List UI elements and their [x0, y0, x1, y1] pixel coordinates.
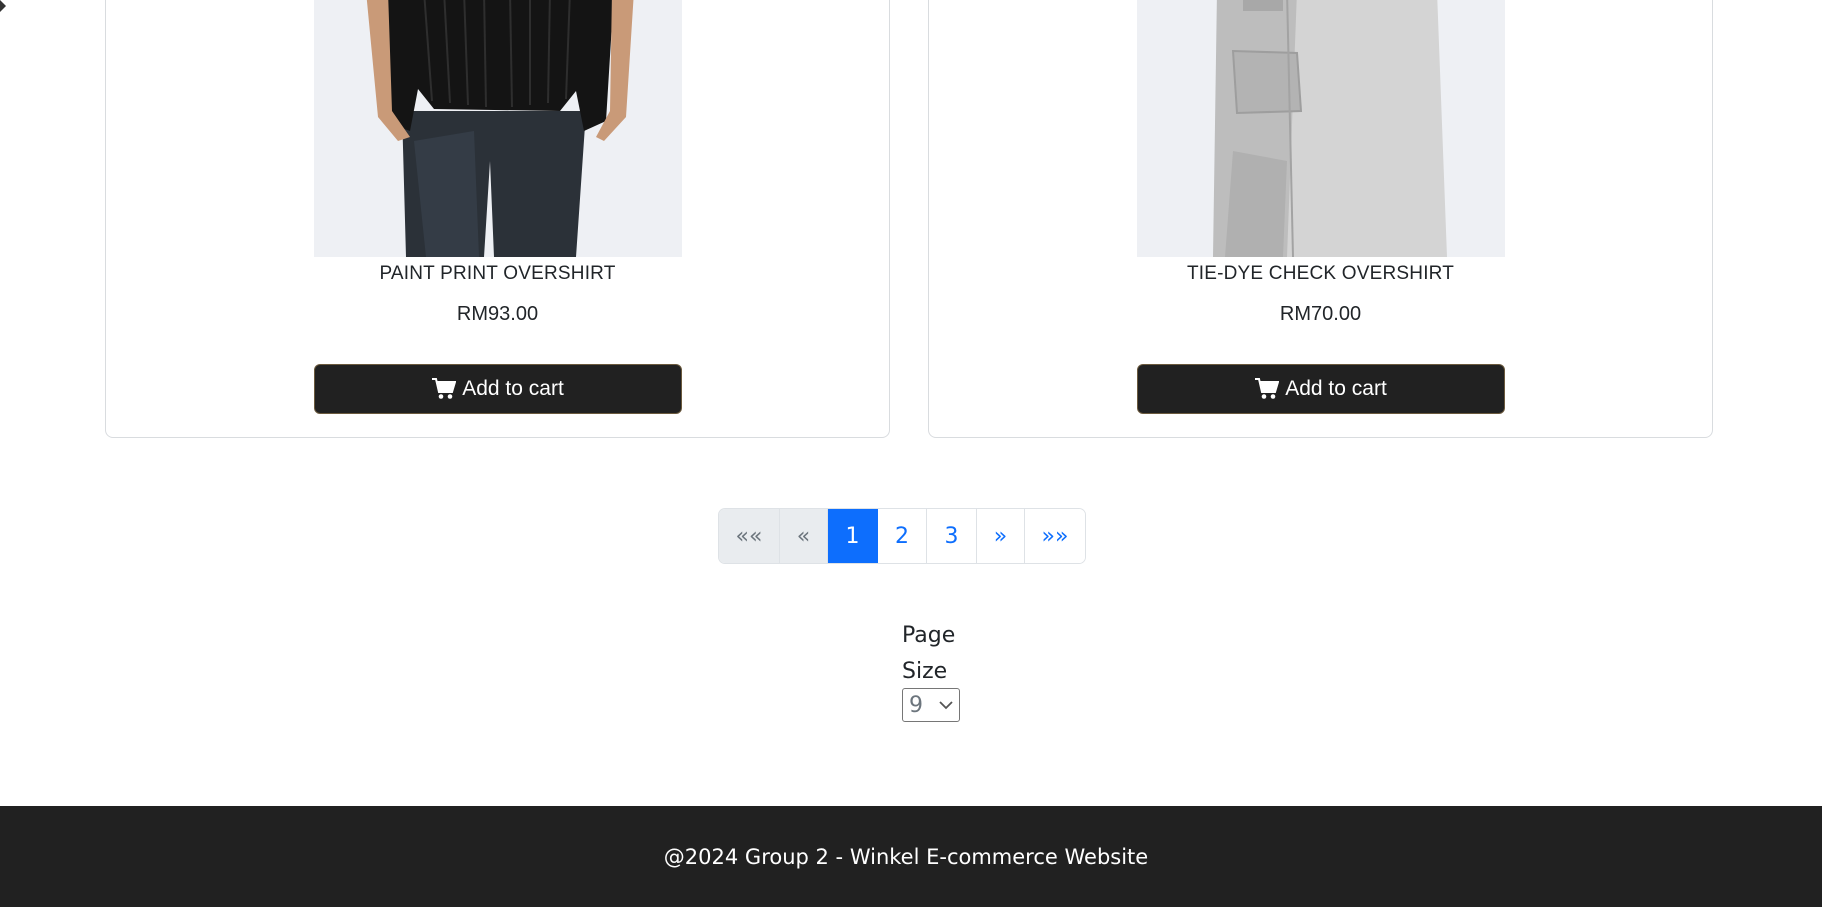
page-size-select[interactable]: 9	[902, 688, 960, 722]
first-page-button[interactable]: ««	[719, 509, 780, 563]
footer: @2024 Group 2 - Winkel E-commerce Websit…	[0, 806, 1822, 907]
add-to-cart-button[interactable]: Add to cart	[1137, 364, 1505, 414]
add-to-cart-label: Add to cart	[462, 377, 564, 400]
page-size-label: Page Size	[902, 623, 956, 684]
product-price: RM70.00	[1279, 303, 1362, 325]
product-card: TIE-DYE CHECK OVERSHIRT RM70.00 Add to c…	[928, 0, 1713, 438]
pagination: «« « 1 2 3 » »»	[718, 508, 1086, 564]
product-image-grey-overshirt[interactable]	[1137, 0, 1505, 257]
product-card: PAINT PRINT OVERSHIRT RM93.00 Add to car…	[105, 0, 890, 438]
page-2-button[interactable]: 2	[878, 509, 927, 563]
last-page-button[interactable]: »»	[1025, 509, 1085, 563]
page-3-button[interactable]: 3	[927, 509, 977, 563]
product-image-black-overshirt[interactable]	[314, 0, 682, 257]
next-page-button[interactable]: »	[977, 509, 1025, 563]
page-size-value: 9	[909, 692, 923, 718]
chevron-down-icon	[939, 701, 953, 710]
add-to-cart-button[interactable]: Add to cart	[314, 364, 682, 414]
scroll-edge-marker	[0, 0, 6, 12]
product-name: TIE-DYE CHECK OVERSHIRT	[1186, 263, 1455, 284]
product-name: PAINT PRINT OVERSHIRT	[379, 263, 616, 284]
cart-icon	[432, 378, 457, 399]
add-to-cart-label: Add to cart	[1285, 377, 1387, 400]
cart-icon	[1255, 378, 1280, 399]
footer-copyright: @2024 Group 2 - Winkel E-commerce Websit…	[663, 844, 1149, 869]
page-1-button[interactable]: 1	[828, 509, 878, 563]
previous-page-button[interactable]: «	[780, 509, 828, 563]
product-price: RM93.00	[456, 303, 539, 325]
